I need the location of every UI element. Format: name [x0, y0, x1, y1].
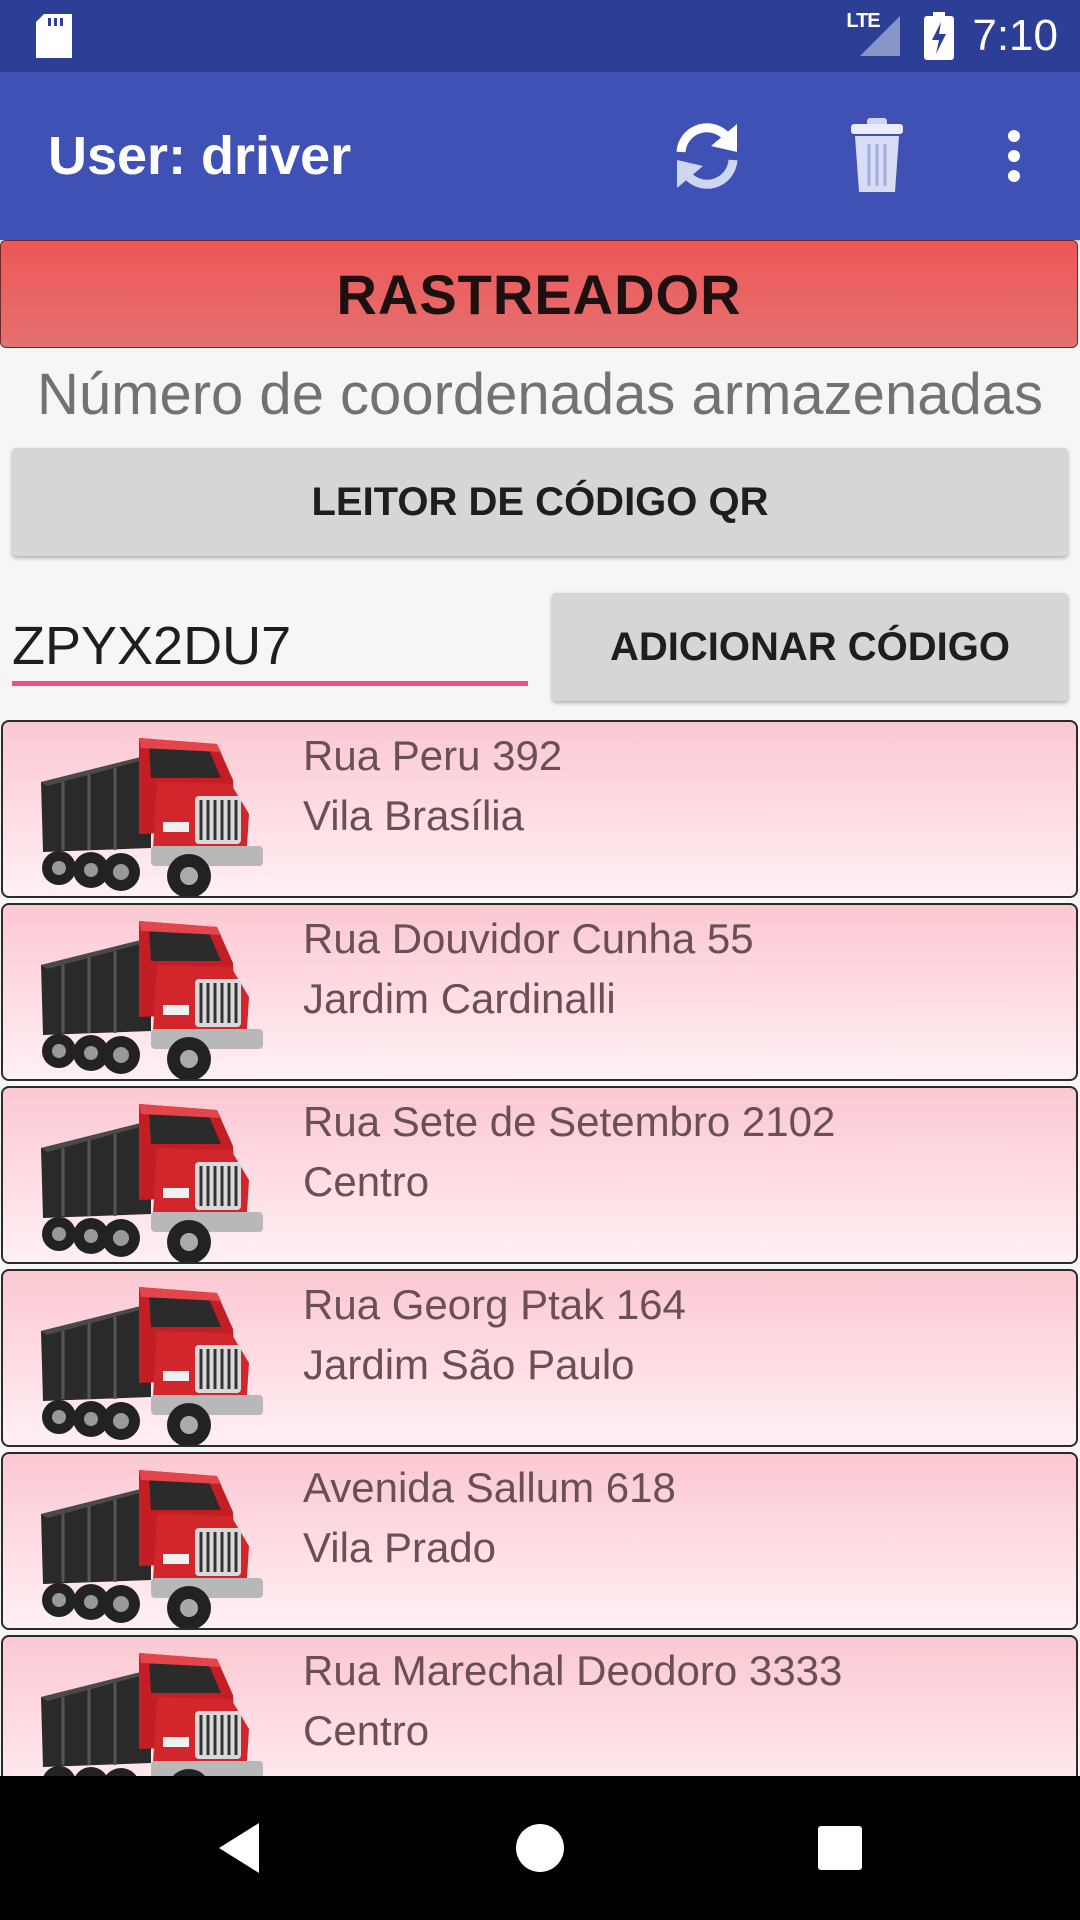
dump-truck-icon [33, 1454, 269, 1630]
dump-truck-icon [33, 1271, 269, 1447]
dump-truck-icon [33, 722, 269, 898]
district-name: Vila Brasília [303, 792, 524, 839]
home-button[interactable] [500, 1808, 580, 1888]
list-item[interactable]: Rua Georg Ptak 164 Jardim São Paulo [1, 1269, 1078, 1447]
battery-charging-icon [924, 12, 955, 60]
rastreador-button[interactable]: RASTREADOR [0, 240, 1078, 348]
back-icon [219, 1823, 259, 1873]
back-button[interactable] [200, 1808, 280, 1888]
district-name: Centro [303, 1158, 430, 1205]
district-name: Centro [303, 1707, 430, 1754]
delivery-list[interactable]: Rua Peru 392 Vila Brasília Rua Douvidor … [0, 720, 1080, 1776]
list-item[interactable]: Avenida Sallum 618 Vila Prado [1, 1452, 1078, 1630]
recents-button[interactable] [800, 1808, 880, 1888]
add-code-button[interactable]: ADICIONAR CÓDIGO [552, 593, 1068, 701]
delete-button[interactable] [833, 112, 921, 200]
refresh-button[interactable] [663, 112, 751, 200]
street-address: Rua Douvidor Cunha 55 [303, 915, 754, 962]
dump-truck-icon [33, 1637, 269, 1776]
navigation-bar [0, 1776, 1080, 1920]
street-address: Rua Georg Ptak 164 [303, 1281, 686, 1328]
street-address: Rua Sete de Setembro 2102 [303, 1098, 836, 1145]
page-title: User: driver [48, 126, 352, 186]
refresh-icon [676, 123, 738, 189]
list-item[interactable]: Rua Douvidor Cunha 55 Jardim Cardinalli [1, 903, 1078, 1081]
list-item[interactable]: Rua Sete de Setembro 2102 Centro [1, 1086, 1078, 1264]
lte-signal-icon: LTE [846, 10, 906, 60]
list-item[interactable]: Rua Marechal Deodoro 3333 Centro [1, 1635, 1078, 1776]
dump-truck-icon [33, 905, 269, 1081]
sd-card-icon [36, 14, 72, 58]
clock: 7:10 [972, 11, 1058, 60]
dump-truck-icon [33, 1088, 269, 1264]
qr-reader-button[interactable]: LEITOR DE CÓDIGO QR [12, 448, 1068, 556]
trash-icon [851, 118, 903, 192]
status-bar: LTE 7:10 [0, 0, 1080, 72]
overflow-menu-icon [1008, 130, 1020, 182]
app-bar: User: driver [0, 72, 1080, 240]
code-input[interactable]: ZPYX2DU7 [12, 610, 528, 686]
home-icon [516, 1824, 564, 1872]
overflow-menu-button[interactable] [970, 112, 1058, 200]
district-name: Jardim Cardinalli [303, 975, 616, 1022]
street-address: Rua Marechal Deodoro 3333 [303, 1647, 843, 1694]
street-address: Rua Peru 392 [303, 732, 563, 779]
district-name: Jardim São Paulo [303, 1341, 635, 1388]
stored-coordinates-label: Número de coordenadas armazenadas [37, 362, 1043, 427]
district-name: Vila Prado [303, 1524, 497, 1571]
recents-icon [818, 1826, 862, 1870]
list-item[interactable]: Rua Peru 392 Vila Brasília [1, 720, 1078, 898]
street-address: Avenida Sallum 618 [303, 1464, 676, 1511]
